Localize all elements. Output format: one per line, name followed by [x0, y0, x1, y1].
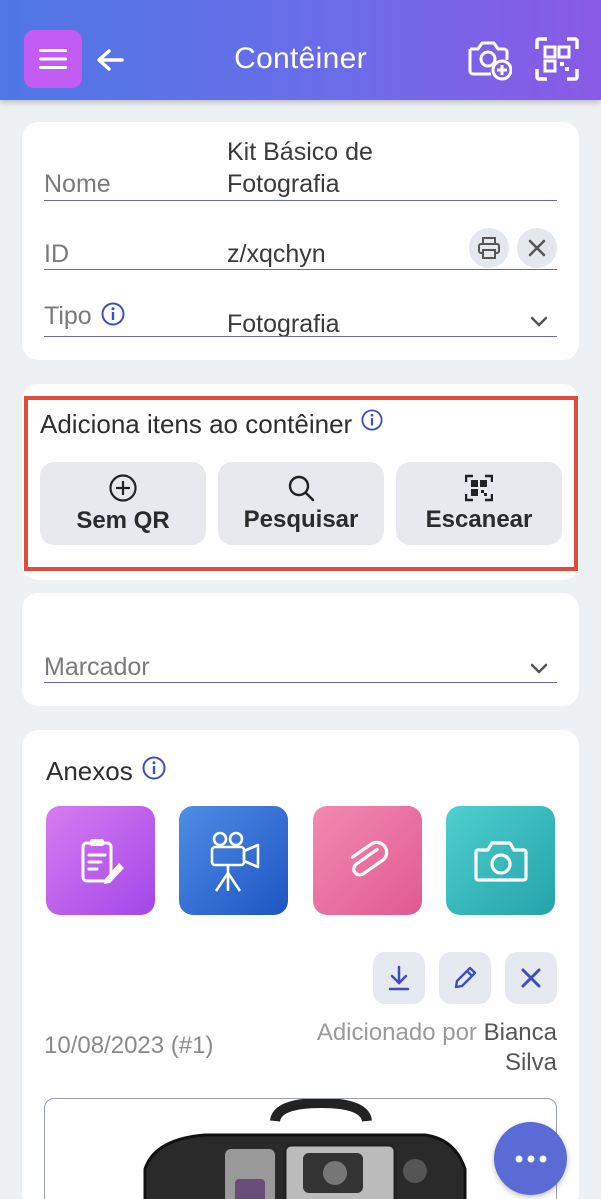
note-icon	[81, 838, 124, 884]
qr-scan-button[interactable]	[534, 36, 580, 82]
attachment-date: 10/08/2023 (#1)	[44, 1032, 214, 1059]
info-icon[interactable]	[142, 756, 166, 780]
more-options-button[interactable]	[494, 1122, 567, 1195]
marker-select[interactable]: Marcador	[44, 653, 150, 682]
add-photo-button[interactable]	[446, 806, 555, 915]
qr-scan-icon	[465, 474, 493, 501]
name-value-line1: Kit Básico de	[227, 138, 373, 166]
details-card: Nome Kit Básico de Fotografia ID z/xqchy…	[22, 122, 579, 360]
delete-attachment-button[interactable]	[505, 952, 557, 1004]
printer-icon	[478, 237, 500, 259]
added-by-last: Silva	[504, 1049, 557, 1076]
add-video-button[interactable]	[179, 806, 288, 915]
search-label: Pesquisar	[243, 505, 359, 533]
app-header: Contêiner	[0, 0, 601, 100]
name-input[interactable]: Kit Básico de Fotografia	[227, 136, 373, 200]
name-label: Nome	[44, 170, 111, 198]
name-value-line2: Fotografia	[227, 170, 340, 198]
search-icon	[288, 475, 315, 501]
id-value: z/xqchyn	[227, 240, 326, 268]
chevron-down-icon[interactable]	[530, 316, 548, 328]
search-button[interactable]: Pesquisar	[218, 462, 384, 545]
add-note-button[interactable]	[46, 806, 155, 915]
plus-circle-icon	[109, 473, 137, 502]
name-underline	[44, 200, 557, 201]
pencil-icon	[454, 966, 477, 989]
scan-button[interactable]: Escanear	[396, 462, 562, 545]
added-by-prefix: Adicionado por	[316, 1019, 477, 1046]
added-by-first: Bianca	[483, 1019, 557, 1046]
camera-bag-image	[143, 1099, 467, 1199]
marker-card: Marcador	[22, 593, 579, 706]
clear-id-button[interactable]	[517, 228, 557, 268]
edit-attachment-button[interactable]	[439, 952, 491, 1004]
info-icon[interactable]	[101, 302, 125, 326]
paperclip-icon	[350, 840, 388, 877]
add-without-qr-button[interactable]: Sem QR	[40, 462, 206, 545]
id-underline	[44, 269, 557, 270]
scan-label: Escanear	[425, 505, 533, 533]
add-without-qr-label: Sem QR	[76, 506, 170, 534]
download-icon	[388, 965, 410, 991]
qr-scan-icon	[535, 37, 579, 81]
attachment-added-by: Adicionado por Bianca Silva	[317, 1018, 557, 1078]
video-camera-icon	[210, 831, 259, 892]
type-label: Tipo	[44, 302, 125, 331]
more-dots-icon	[515, 1155, 546, 1162]
close-icon	[521, 968, 541, 988]
camera-icon	[473, 840, 528, 882]
chevron-down-icon[interactable]	[530, 663, 548, 675]
camera-add-button[interactable]	[466, 36, 512, 82]
attachments-title: Anexos	[46, 756, 166, 787]
print-button[interactable]	[469, 228, 509, 268]
camera-add-icon	[468, 41, 512, 81]
close-icon	[528, 239, 546, 257]
download-attachment-button[interactable]	[373, 952, 425, 1004]
id-label: ID	[44, 240, 69, 268]
attachment-preview[interactable]	[44, 1098, 557, 1199]
type-underline	[44, 336, 557, 337]
add-file-button[interactable]	[313, 806, 422, 915]
marker-underline	[44, 682, 557, 683]
